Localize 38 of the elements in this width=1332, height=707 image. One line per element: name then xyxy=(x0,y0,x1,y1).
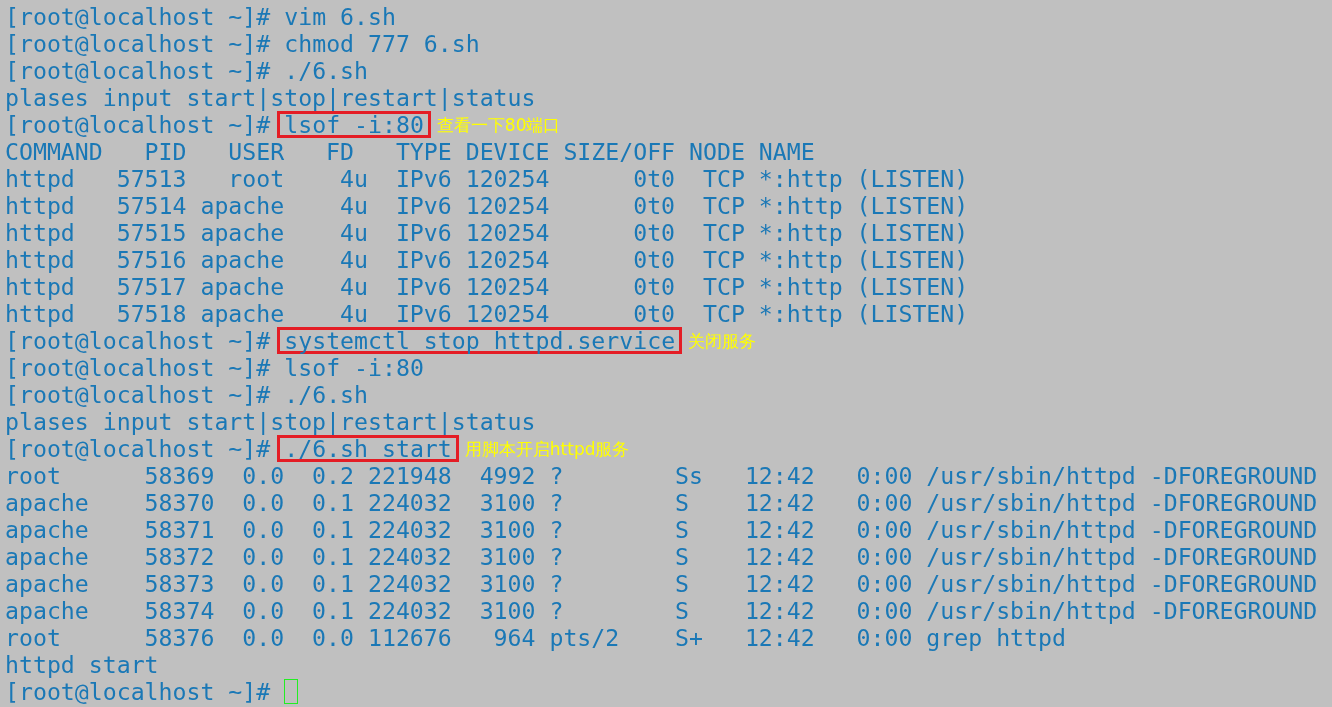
output-line: httpd 57516 apache 4u IPv6 120254 0t0 TCP *:http (LISTEN) xyxy=(5,246,969,273)
output-line: root 58369 0.0 0.2 221948 4992 ? Ss 12:42 0:00 /usr/sbin/httpd -DFOREGROUND xyxy=(5,462,1318,489)
output-line: httpd 57513 root 4u IPv6 120254 0t0 TCP *:http (LISTEN) xyxy=(5,165,969,192)
command-text: vim 6.sh xyxy=(283,3,397,30)
command-text: ./6.sh start xyxy=(277,435,459,462)
output-line: httpd start xyxy=(5,651,159,678)
shell-prompt: [root@localhost ~]# xyxy=(5,327,271,354)
output-line: apache 58371 0.0 0.1 224032 3100 ? S 12:42 0:00 /usr/sbin/httpd -DFOREGROUND xyxy=(5,516,1318,543)
command-text: lsof -i:80 xyxy=(283,354,425,381)
output-line: httpd 57518 apache 4u IPv6 120254 0t0 TCP *:http (LISTEN) xyxy=(5,300,969,327)
output-line: apache 58372 0.0 0.1 224032 3100 ? S 12:42 0:00 /usr/sbin/httpd -DFOREGROUND xyxy=(5,543,1318,570)
command-text: ./6.sh xyxy=(283,381,369,408)
terminal-cursor xyxy=(284,679,299,704)
shell-prompt: [root@localhost ~]# xyxy=(5,111,271,138)
output-line: COMMAND PID USER FD TYPE DEVICE SIZE/OFF NODE NAME xyxy=(5,138,815,165)
command-text: systemctl stop httpd.service xyxy=(277,327,683,354)
shell-prompt: [root@localhost ~]# xyxy=(5,3,271,30)
output-line: apache 58373 0.0 0.1 224032 3100 ? S 12:42 0:00 /usr/sbin/httpd -DFOREGROUND xyxy=(5,570,1318,597)
shell-prompt: [root@localhost ~]# xyxy=(5,381,271,408)
shell-prompt: [root@localhost ~]# xyxy=(5,354,271,381)
output-line: httpd 57514 apache 4u IPv6 120254 0t0 TCP *:http (LISTEN) xyxy=(5,192,969,219)
output-line: root 58376 0.0 0.0 112676 964 pts/2 S+ 12:42 0:00 grep httpd xyxy=(5,624,1066,651)
shell-prompt: [root@localhost ~]# xyxy=(5,57,271,84)
annotation-label: 查看一下80端口 xyxy=(436,114,561,135)
command-text: ./6.sh xyxy=(283,57,369,84)
shell-prompt: [root@localhost ~]# xyxy=(5,30,271,57)
output-line: apache 58370 0.0 0.1 224032 3100 ? S 12:42 0:00 /usr/sbin/httpd -DFOREGROUND xyxy=(5,489,1318,516)
command-text: chmod 777 6.sh xyxy=(283,30,481,57)
output-line: httpd 57515 apache 4u IPv6 120254 0t0 TCP *:http (LISTEN) xyxy=(5,219,969,246)
annotation-label: 关闭服务 xyxy=(688,330,757,351)
annotation-label: 用脚本开启httpd服务 xyxy=(464,438,630,459)
output-line: apache 58374 0.0 0.1 224032 3100 ? S 12:42 0:00 /usr/sbin/httpd -DFOREGROUND xyxy=(5,597,1318,624)
output-line: plases input start|stop|restart|status xyxy=(5,408,536,435)
output-line: plases input start|stop|restart|status xyxy=(5,84,536,111)
shell-prompt: [root@localhost ~]# xyxy=(5,678,271,705)
output-line: httpd 57517 apache 4u IPv6 120254 0t0 TCP *:http (LISTEN) xyxy=(5,273,969,300)
shell-prompt: [root@localhost ~]# xyxy=(5,435,271,462)
command-text: lsof -i:80 xyxy=(277,111,431,138)
